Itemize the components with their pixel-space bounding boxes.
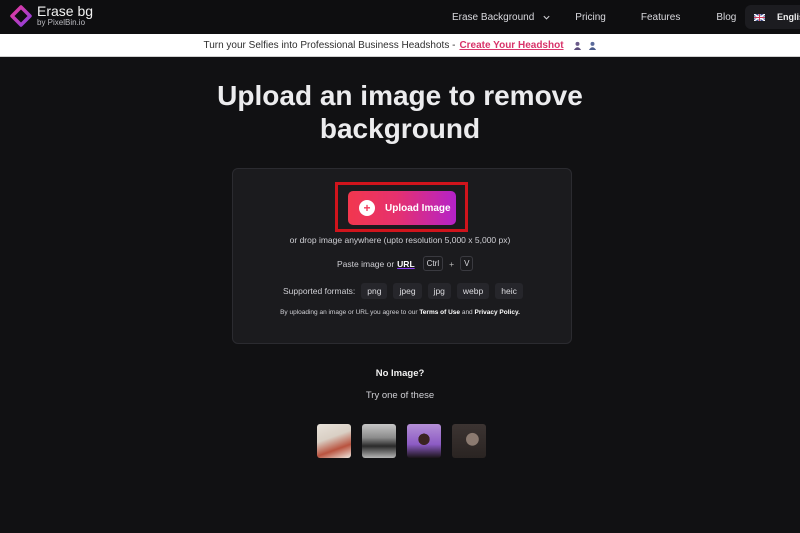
logo-title: Erase bg bbox=[37, 3, 94, 19]
woman-avatar-icon bbox=[573, 41, 581, 50]
url-link[interactable]: URL bbox=[397, 259, 414, 269]
format-badge: png bbox=[361, 283, 388, 299]
formats-label: Supported formats: bbox=[283, 286, 356, 296]
language-label: English bbox=[777, 12, 800, 22]
format-badge: webp bbox=[456, 283, 490, 299]
format-badge: jpeg bbox=[393, 283, 422, 299]
sample-images bbox=[317, 424, 497, 458]
nav-blog[interactable]: Blog bbox=[716, 12, 736, 23]
drop-hint: or drop image anywhere (upto resolution … bbox=[289, 235, 511, 245]
paste-row: Paste image or URL Ctrl + V bbox=[337, 256, 474, 271]
nav-erase-background[interactable]: Erase Background bbox=[452, 12, 551, 23]
sample-woman-street[interactable] bbox=[317, 424, 351, 458]
terms-prefix: By uploading an image or URL you agree t… bbox=[280, 309, 418, 316]
ctrl-key: Ctrl bbox=[422, 256, 444, 271]
page-title: Upload an image to remove background bbox=[0, 79, 800, 145]
erase-bg-logo-icon bbox=[10, 4, 32, 27]
supported-formats: Supported formats: png jpeg jpg webp hei… bbox=[283, 283, 523, 299]
plus-icon: + bbox=[359, 200, 375, 216]
format-badge: heic bbox=[495, 283, 523, 299]
uk-flag-icon bbox=[754, 13, 765, 21]
sample-man-portrait[interactable] bbox=[452, 424, 486, 458]
v-key: V bbox=[460, 256, 474, 271]
promo-banner: Turn your Selfies into Professional Busi… bbox=[0, 34, 800, 57]
nav-erase-background-label: Erase Background bbox=[452, 11, 535, 23]
upload-image-button[interactable]: + Upload Image bbox=[348, 191, 456, 225]
title-line-1: Upload an image to remove bbox=[217, 80, 583, 111]
logo[interactable]: Erase bg by PixelBin.io bbox=[10, 4, 93, 27]
logo-subtitle: by PixelBin.io bbox=[37, 18, 86, 27]
top-nav: Erase bg by PixelBin.io Erase Background… bbox=[0, 0, 800, 34]
terms-of-use-link[interactable]: Terms of Use bbox=[419, 309, 460, 316]
upload-button-label: Upload Image bbox=[385, 202, 451, 214]
man-avatar-icon bbox=[588, 41, 596, 50]
key-plus: + bbox=[449, 258, 455, 269]
privacy-policy-link[interactable]: Privacy Policy. bbox=[475, 309, 520, 316]
no-image-heading: No Image? bbox=[375, 368, 425, 379]
chevron-down-icon bbox=[543, 15, 550, 20]
terms-notice: By uploading an image or URL you agree t… bbox=[0, 309, 800, 316]
format-badge: jpg bbox=[427, 283, 451, 299]
nav-pricing[interactable]: Pricing bbox=[575, 12, 606, 23]
paste-text: Paste image or bbox=[337, 258, 395, 269]
nav-links: Erase Background Pricing Features Blog bbox=[452, 0, 736, 34]
terms-and: and bbox=[461, 309, 473, 316]
title-line-2: background bbox=[319, 113, 481, 144]
sample-car[interactable] bbox=[362, 424, 396, 458]
sample-woman-purple[interactable] bbox=[407, 424, 441, 458]
try-samples-text: Try one of these bbox=[365, 390, 435, 401]
language-selector[interactable]: English bbox=[745, 5, 800, 29]
banner-text: Turn your Selfies into Professional Busi… bbox=[203, 39, 456, 51]
create-headshot-link[interactable]: Create Your Headshot bbox=[459, 40, 563, 51]
nav-features[interactable]: Features bbox=[641, 12, 680, 23]
